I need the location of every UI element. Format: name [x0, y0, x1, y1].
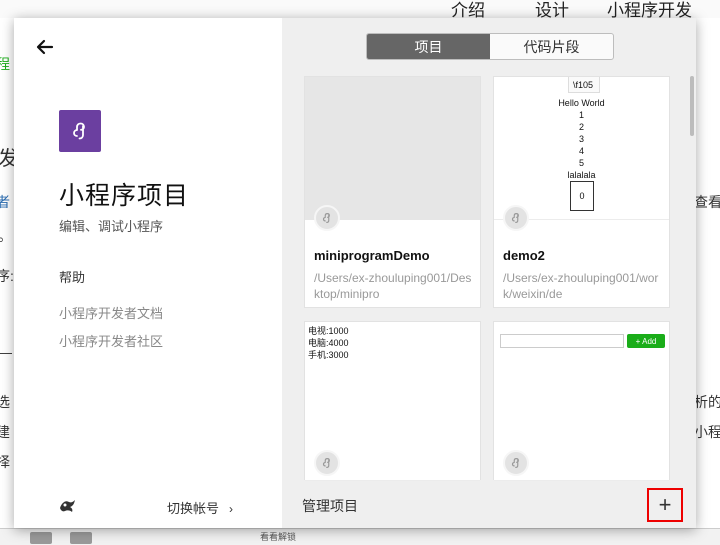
project-path: /Users/ex-zhouluping001/work/weixin/de [503, 271, 659, 301]
background-right-strip: 查看 析的 小程 [696, 18, 720, 528]
background-left-strip: 程 发 者 。 序: — 选 建 择 [0, 18, 14, 528]
preview-box-value: 0 [579, 191, 585, 201]
preview-list-item: 电脑:4000 [308, 338, 349, 348]
tab-bar: 项目 代码片段 [366, 33, 614, 60]
bg-fragment: 建 [0, 424, 10, 440]
bg-fragment: 程 [0, 56, 10, 72]
background-toolbar: 看看解锁 [0, 528, 720, 545]
manage-projects-label[interactable]: 管理项目 [302, 496, 358, 516]
preview-list: 电视:1000 电脑:4000 手机:3000 [308, 325, 349, 361]
preview-list-item: 手机:3000 [308, 350, 349, 360]
project-thumbnail: \f105 Hello World 1 2 3 4 5 lalalala 0 [494, 77, 669, 220]
help-heading: 帮助 [59, 270, 86, 285]
project-card-demo2[interactable]: \f105 Hello World 1 2 3 4 5 lalalala 0 d… [493, 76, 670, 308]
preview-line: 4 [578, 146, 584, 156]
preview-add-button: + Add [627, 334, 665, 348]
preview-line: 1 [578, 110, 584, 120]
preview-list-item: 电视:1000 [308, 326, 349, 336]
project-dialog: 小程序项目 编辑、调试小程序 帮助 小程序开发者文档 小程序开发者社区 切换帐号… [14, 18, 696, 528]
link-icon [503, 450, 529, 476]
link-icon [503, 205, 529, 231]
project-path: /Users/ex-zhouluping001/Desktop/minipro [314, 271, 472, 301]
tab-code-snippets[interactable]: 代码片段 [490, 34, 613, 59]
bg-fragment: 者 [0, 194, 10, 210]
page-subtitle: 编辑、调试小程序 [59, 219, 164, 234]
bg-fragment: 小程 [696, 424, 720, 440]
help-link-docs[interactable]: 小程序开发者文档 [59, 303, 163, 322]
switch-account-label: 切换帐号 [167, 501, 220, 516]
bg-toolbar-text: 看看解锁 [260, 532, 297, 542]
bg-fragment: 查看 [696, 194, 720, 210]
left-panel: 小程序项目 编辑、调试小程序 帮助 小程序开发者文档 小程序开发者社区 切换帐号… [14, 18, 282, 528]
bg-fragment: 选 [0, 394, 10, 410]
bg-toolbar-chip [30, 532, 52, 544]
back-arrow-icon[interactable] [34, 36, 56, 58]
right-panel: 项目 代码片段 miniprogramDemo /Users/ex-zhoulu… [282, 18, 696, 528]
chevron-right-icon: › [229, 502, 234, 516]
preview-line: 5 [578, 158, 584, 168]
bg-fragment: 择 [0, 454, 10, 470]
project-name: miniprogramDemo [314, 248, 430, 263]
avatar [58, 496, 78, 514]
link-icon [314, 450, 340, 476]
preview-line: 2 [578, 122, 584, 132]
preview-box: 0 [570, 181, 594, 211]
background-header: 介绍 设计 小程序开发 [0, 0, 720, 20]
miniprogram-logo-icon [59, 110, 101, 152]
preview-line: Hello World [558, 98, 605, 108]
project-card-3[interactable]: 电视:1000 电脑:4000 手机:3000 [304, 321, 481, 481]
bg-toolbar-chip [70, 532, 92, 544]
tab-projects[interactable]: 项目 [367, 34, 490, 59]
plus-icon: + [658, 492, 672, 517]
scrollbar[interactable] [690, 76, 694, 136]
preview-line: lalalala [567, 170, 596, 180]
help-link-community[interactable]: 小程序开发者社区 [59, 331, 163, 350]
preview-code: \f105 [573, 80, 594, 90]
bg-fragment: 序: [0, 268, 14, 284]
preview-line: 3 [578, 134, 584, 144]
bg-fragment: 。 [0, 226, 12, 246]
add-project-button[interactable]: + [647, 488, 683, 522]
project-card-miniprogramDemo[interactable]: miniprogramDemo /Users/ex-zhouluping001/… [304, 76, 481, 308]
link-icon [314, 205, 340, 231]
bg-fragment: 发 [0, 148, 14, 170]
switch-account-button[interactable]: 切换帐号 › [167, 498, 233, 517]
page-title: 小程序项目 [59, 182, 190, 210]
preview-input [500, 334, 624, 348]
bg-fragment: 析的 [696, 394, 720, 410]
project-card-4[interactable]: + Add [493, 321, 670, 481]
project-thumbnail [305, 77, 480, 220]
preview-lines: Hello World 1 2 3 4 5 lalalala [494, 97, 669, 181]
project-name: demo2 [503, 248, 545, 263]
bg-fragment: — [0, 344, 12, 360]
